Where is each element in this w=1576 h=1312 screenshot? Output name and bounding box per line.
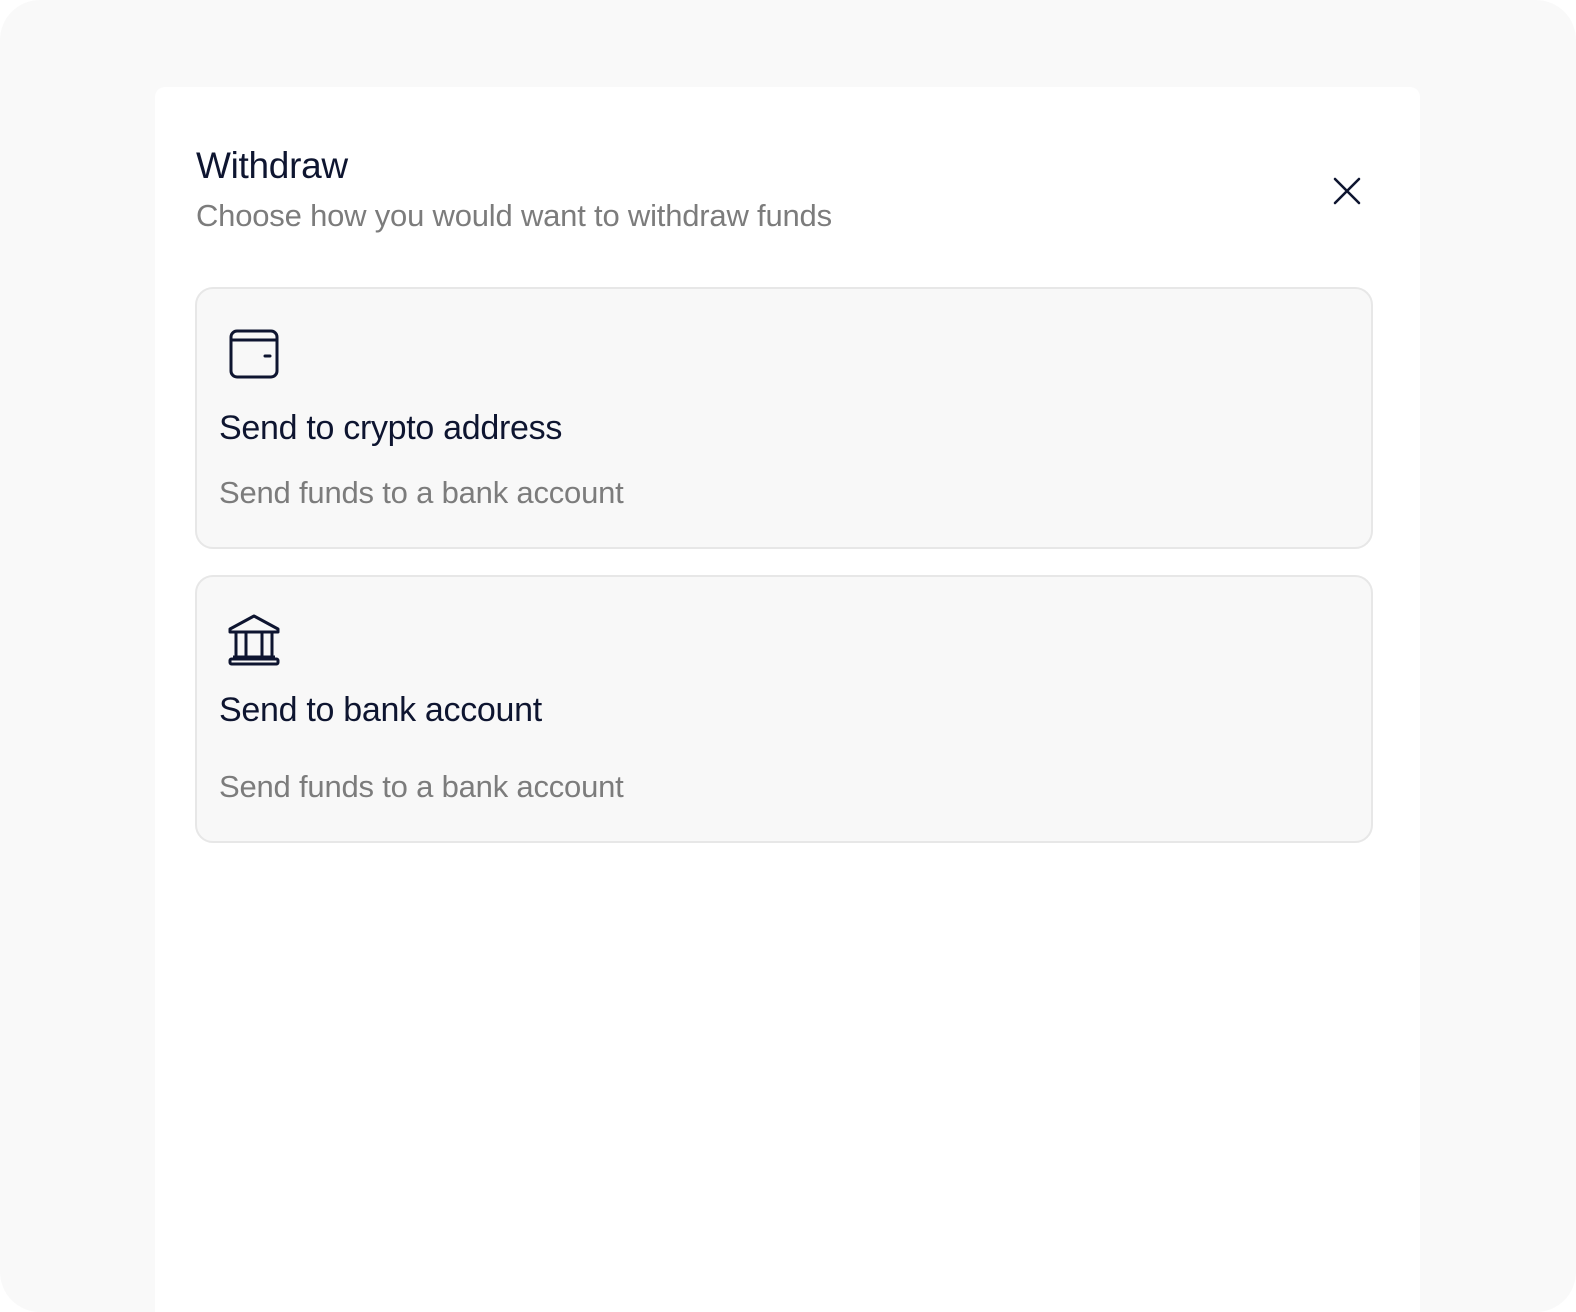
- modal-subtitle: Choose how you would want to withdraw fu…: [196, 198, 832, 233]
- option-title: Send to crypto address: [219, 409, 563, 447]
- bank-icon: [228, 614, 280, 666]
- modal-title: Withdraw: [196, 145, 348, 186]
- wallet-icon: [229, 329, 279, 379]
- close-icon: [1333, 177, 1361, 205]
- option-description: Send funds to a bank account: [219, 769, 624, 804]
- withdraw-modal: Withdraw Choose how you would want to wi…: [155, 87, 1420, 1312]
- option-send-to-bank-account[interactable]: Send to bank account Send funds to a ban…: [195, 575, 1373, 843]
- option-description: Send funds to a bank account: [219, 475, 624, 510]
- close-button[interactable]: [1327, 171, 1367, 211]
- option-send-to-crypto-address[interactable]: Send to crypto address Send funds to a b…: [195, 287, 1373, 549]
- option-title: Send to bank account: [219, 691, 542, 729]
- app-frame: Withdraw Choose how you would want to wi…: [0, 0, 1576, 1312]
